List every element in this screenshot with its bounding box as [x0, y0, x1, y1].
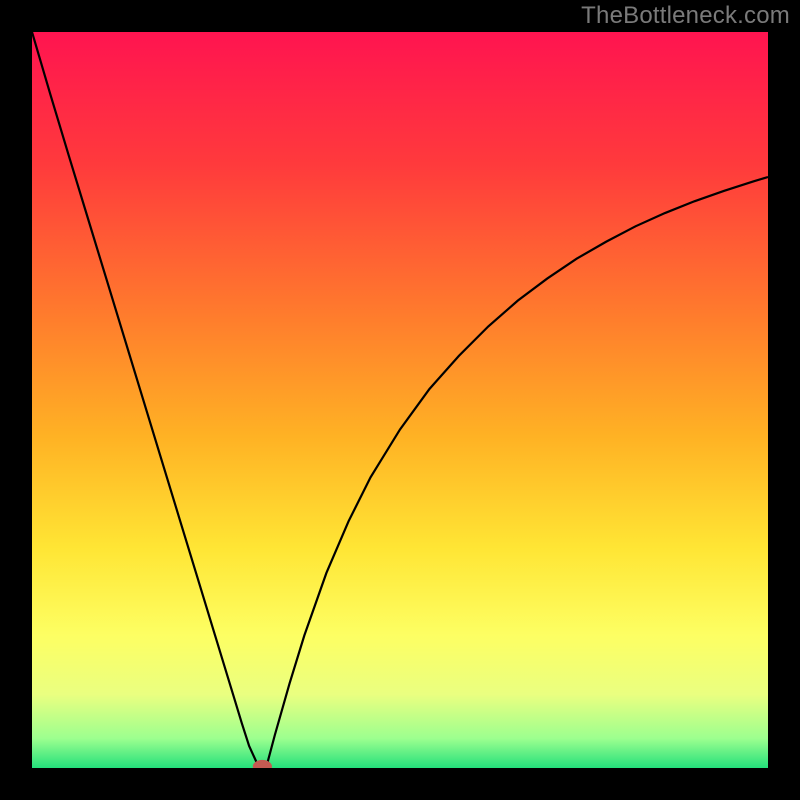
plot-area	[32, 32, 768, 768]
chart-frame: TheBottleneck.com	[0, 0, 800, 800]
watermark-text: TheBottleneck.com	[581, 2, 790, 30]
plot-svg	[32, 32, 768, 768]
